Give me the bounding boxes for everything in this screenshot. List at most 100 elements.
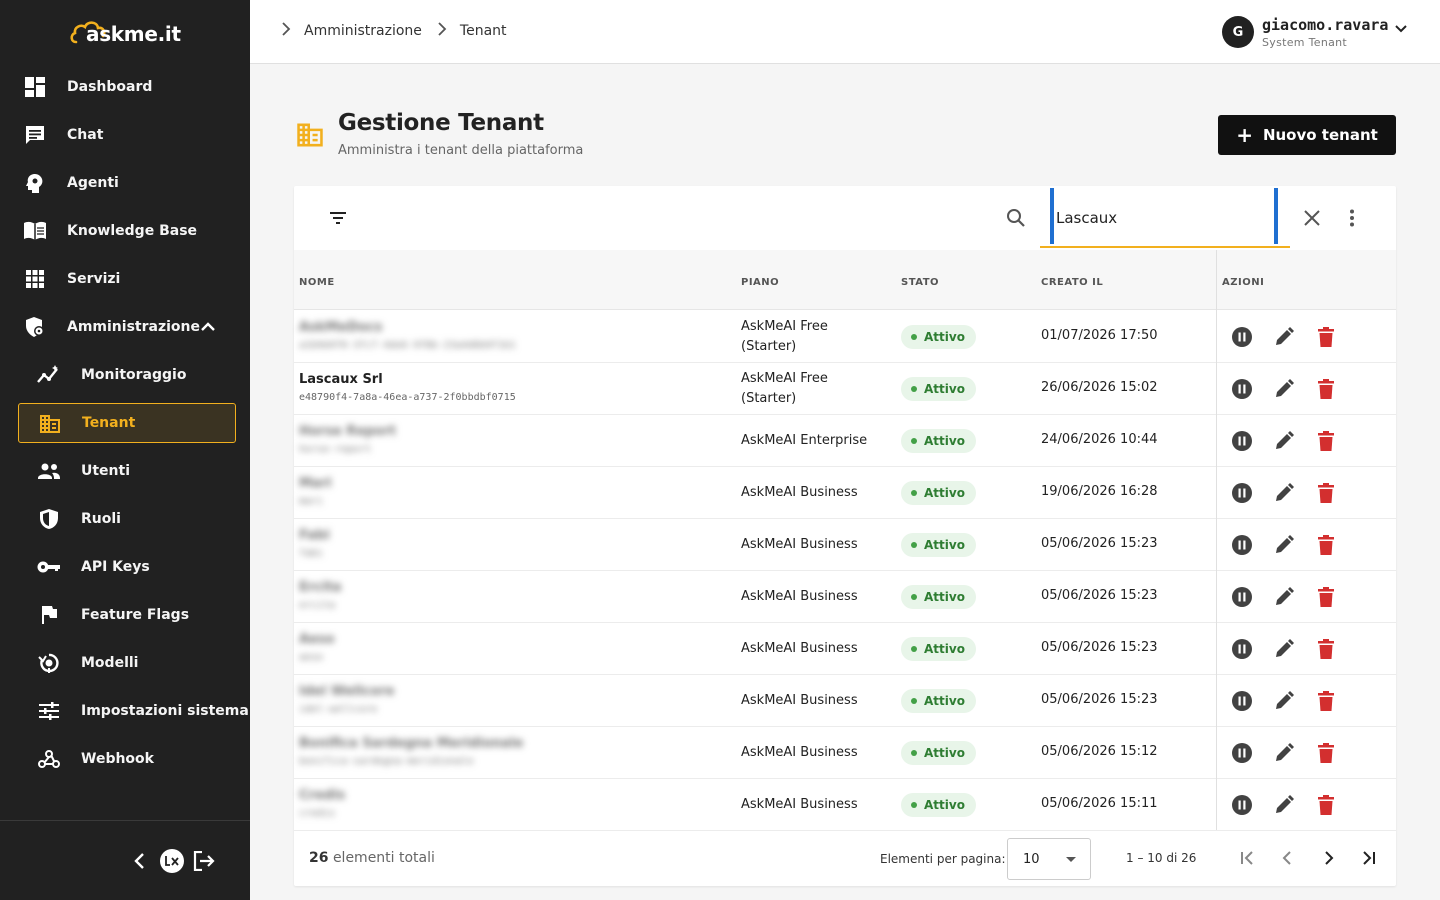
breadcrumb-item-amministrazione[interactable]: Amministrazione	[304, 23, 422, 39]
logout-icon[interactable]	[193, 850, 215, 875]
collapse-sidebar-icon[interactable]	[130, 851, 150, 875]
sidebar-item-agenti[interactable]: Agenti	[18, 163, 236, 203]
table-row[interactable]: Lascaux Srl e48790f4-7a8a-46ea-a737-2f0bb…	[294, 363, 1396, 415]
created-date: 01/07/2026 17:50	[1041, 328, 1158, 343]
delete-button[interactable]	[1314, 585, 1338, 609]
previous-page-button[interactable]	[1276, 846, 1300, 870]
delete-button[interactable]	[1314, 377, 1338, 401]
created-date: 05/06/2026 15:23	[1041, 692, 1158, 707]
table-row[interactable]: Bonifica Sardegna Meridionale bonifica-sa…	[294, 727, 1396, 779]
sidebar-item-knowledge-base[interactable]: Knowledge Base	[18, 211, 236, 251]
avatar: G	[1222, 16, 1254, 48]
sidebar-item-utenti[interactable]: Utenti	[18, 451, 236, 491]
sidebar-item-chat[interactable]: Chat	[18, 115, 236, 155]
status-dot	[911, 802, 917, 808]
table-row[interactable]: Idel Wellcore idel-wellcore AskMeAI Busine…	[294, 675, 1396, 727]
tenant-plan: AskMeAI Free (Starter)	[741, 319, 828, 354]
sidebar-item-modelli[interactable]: Modelli	[18, 643, 236, 683]
created-date: 05/06/2026 15:23	[1041, 588, 1158, 603]
users-icon	[37, 459, 61, 483]
last-page-button[interactable]	[1356, 846, 1380, 870]
column-header-piano[interactable]: PIANO	[741, 277, 779, 288]
table-row[interactable]: Horse Report horse-report AskMeAI Enterpri…	[294, 415, 1396, 467]
delete-button[interactable]	[1314, 429, 1338, 453]
logo[interactable]: askme.it	[70, 18, 190, 48]
table-row[interactable]: Mari mari AskMeAI Business Attivo 19/06/2026…	[294, 467, 1396, 519]
delete-button[interactable]	[1314, 325, 1338, 349]
pause-button[interactable]	[1230, 793, 1254, 817]
next-page-button[interactable]	[1316, 846, 1340, 870]
edit-button[interactable]	[1272, 429, 1296, 453]
delete-button[interactable]	[1314, 793, 1338, 817]
sidebar-item-tenant[interactable]: Tenant	[18, 403, 236, 443]
delete-button[interactable]	[1314, 741, 1338, 765]
delete-button[interactable]	[1314, 689, 1338, 713]
sidebar-item-servizi[interactable]: Servizi	[18, 259, 236, 299]
search-icon[interactable]	[1006, 208, 1026, 232]
sidebar-item-amministrazione[interactable]: Amministrazione	[18, 307, 236, 347]
sidebar-item-label: Webhook	[81, 751, 154, 767]
pause-button[interactable]	[1230, 481, 1254, 505]
new-tenant-button[interactable]: + Nuovo tenant	[1218, 115, 1396, 155]
sidebar-item-ruoli[interactable]: Ruoli	[18, 499, 236, 539]
edit-button[interactable]	[1272, 637, 1296, 661]
delete-button[interactable]	[1314, 533, 1338, 557]
search-field[interactable]	[1040, 188, 1290, 248]
table-row[interactable]: Credis credis AskMeAI Business Attivo 05/06/…	[294, 779, 1396, 831]
pause-button[interactable]	[1230, 741, 1254, 765]
more-options-icon[interactable]	[1342, 208, 1362, 232]
column-header-nome[interactable]: NOME	[299, 277, 335, 288]
table-row[interactable]: AskMeDocs a1b9d4f0-3fc7-4de6-9f8b-23a4d6b…	[294, 311, 1396, 363]
tenant-id: idel-wellcore	[299, 704, 378, 715]
status-dot	[911, 542, 917, 548]
sidebar-item-webhook[interactable]: Webhook	[18, 739, 236, 779]
breadcrumb-item-tenant: Tenant	[459, 23, 507, 39]
sidebar-item-impostazioni-sistema[interactable]: Impostazioni sistema	[18, 691, 249, 731]
status-badge: Attivo	[901, 325, 976, 349]
sidebar-item-api-keys[interactable]: API Keys	[18, 547, 236, 587]
dropdown-arrow-icon	[1066, 857, 1076, 862]
chat-icon	[23, 123, 47, 147]
edit-button[interactable]	[1272, 741, 1296, 765]
status-dot	[911, 750, 917, 756]
edit-button[interactable]	[1272, 689, 1296, 713]
table-row[interactable]: Fabi fabi AskMeAI Business Attivo 05/06/2026…	[294, 519, 1396, 571]
total-count-value: 26	[309, 850, 329, 866]
pause-button[interactable]	[1230, 533, 1254, 557]
per-page-select[interactable]: 10	[1007, 838, 1091, 880]
table-row[interactable]: Aeso aeso AskMeAI Business Attivo 05/06/2026…	[294, 623, 1396, 675]
table-row[interactable]: Ercita ercita AskMeAI Business Attivo 05/06/…	[294, 571, 1396, 623]
brand-badge-icon[interactable]	[160, 849, 184, 873]
sidebar-item-label: Knowledge Base	[67, 223, 198, 239]
pause-button[interactable]	[1230, 637, 1254, 661]
edit-button[interactable]	[1272, 585, 1296, 609]
pause-button[interactable]	[1230, 689, 1254, 713]
column-header-creato-il[interactable]: CREATO IL	[1041, 277, 1103, 288]
pause-button[interactable]	[1230, 377, 1254, 401]
status-dot	[911, 386, 917, 392]
sidebar-item-monitoraggio[interactable]: Monitoraggio	[18, 355, 236, 395]
key-icon	[37, 555, 61, 579]
edit-button[interactable]	[1272, 325, 1296, 349]
sidebar-item-feature-flags[interactable]: Feature Flags	[18, 595, 236, 635]
tenant-id: a1b9d4f0-3fc7-4de6-9f8b-23a4d6b9f1b1	[299, 340, 516, 351]
pencil-icon	[1276, 743, 1294, 761]
delete-button[interactable]	[1314, 481, 1338, 505]
table-toolbar	[294, 186, 1396, 250]
status-badge: Attivo	[901, 741, 976, 765]
clear-search-icon[interactable]	[1302, 208, 1322, 232]
pause-button[interactable]	[1230, 585, 1254, 609]
edit-button[interactable]	[1272, 481, 1296, 505]
edit-button[interactable]	[1272, 793, 1296, 817]
filter-icon[interactable]	[328, 208, 348, 232]
pause-button[interactable]	[1230, 429, 1254, 453]
column-header-stato[interactable]: STATO	[901, 277, 939, 288]
search-input[interactable]	[1056, 206, 1256, 230]
edit-button[interactable]	[1272, 377, 1296, 401]
user-menu[interactable]: G giacomo.ravara System Tenant	[1222, 14, 1408, 50]
delete-button[interactable]	[1314, 637, 1338, 661]
pause-button[interactable]	[1230, 325, 1254, 349]
first-page-button[interactable]	[1236, 846, 1260, 870]
sidebar-item-dashboard[interactable]: Dashboard	[18, 67, 236, 107]
edit-button[interactable]	[1272, 533, 1296, 557]
